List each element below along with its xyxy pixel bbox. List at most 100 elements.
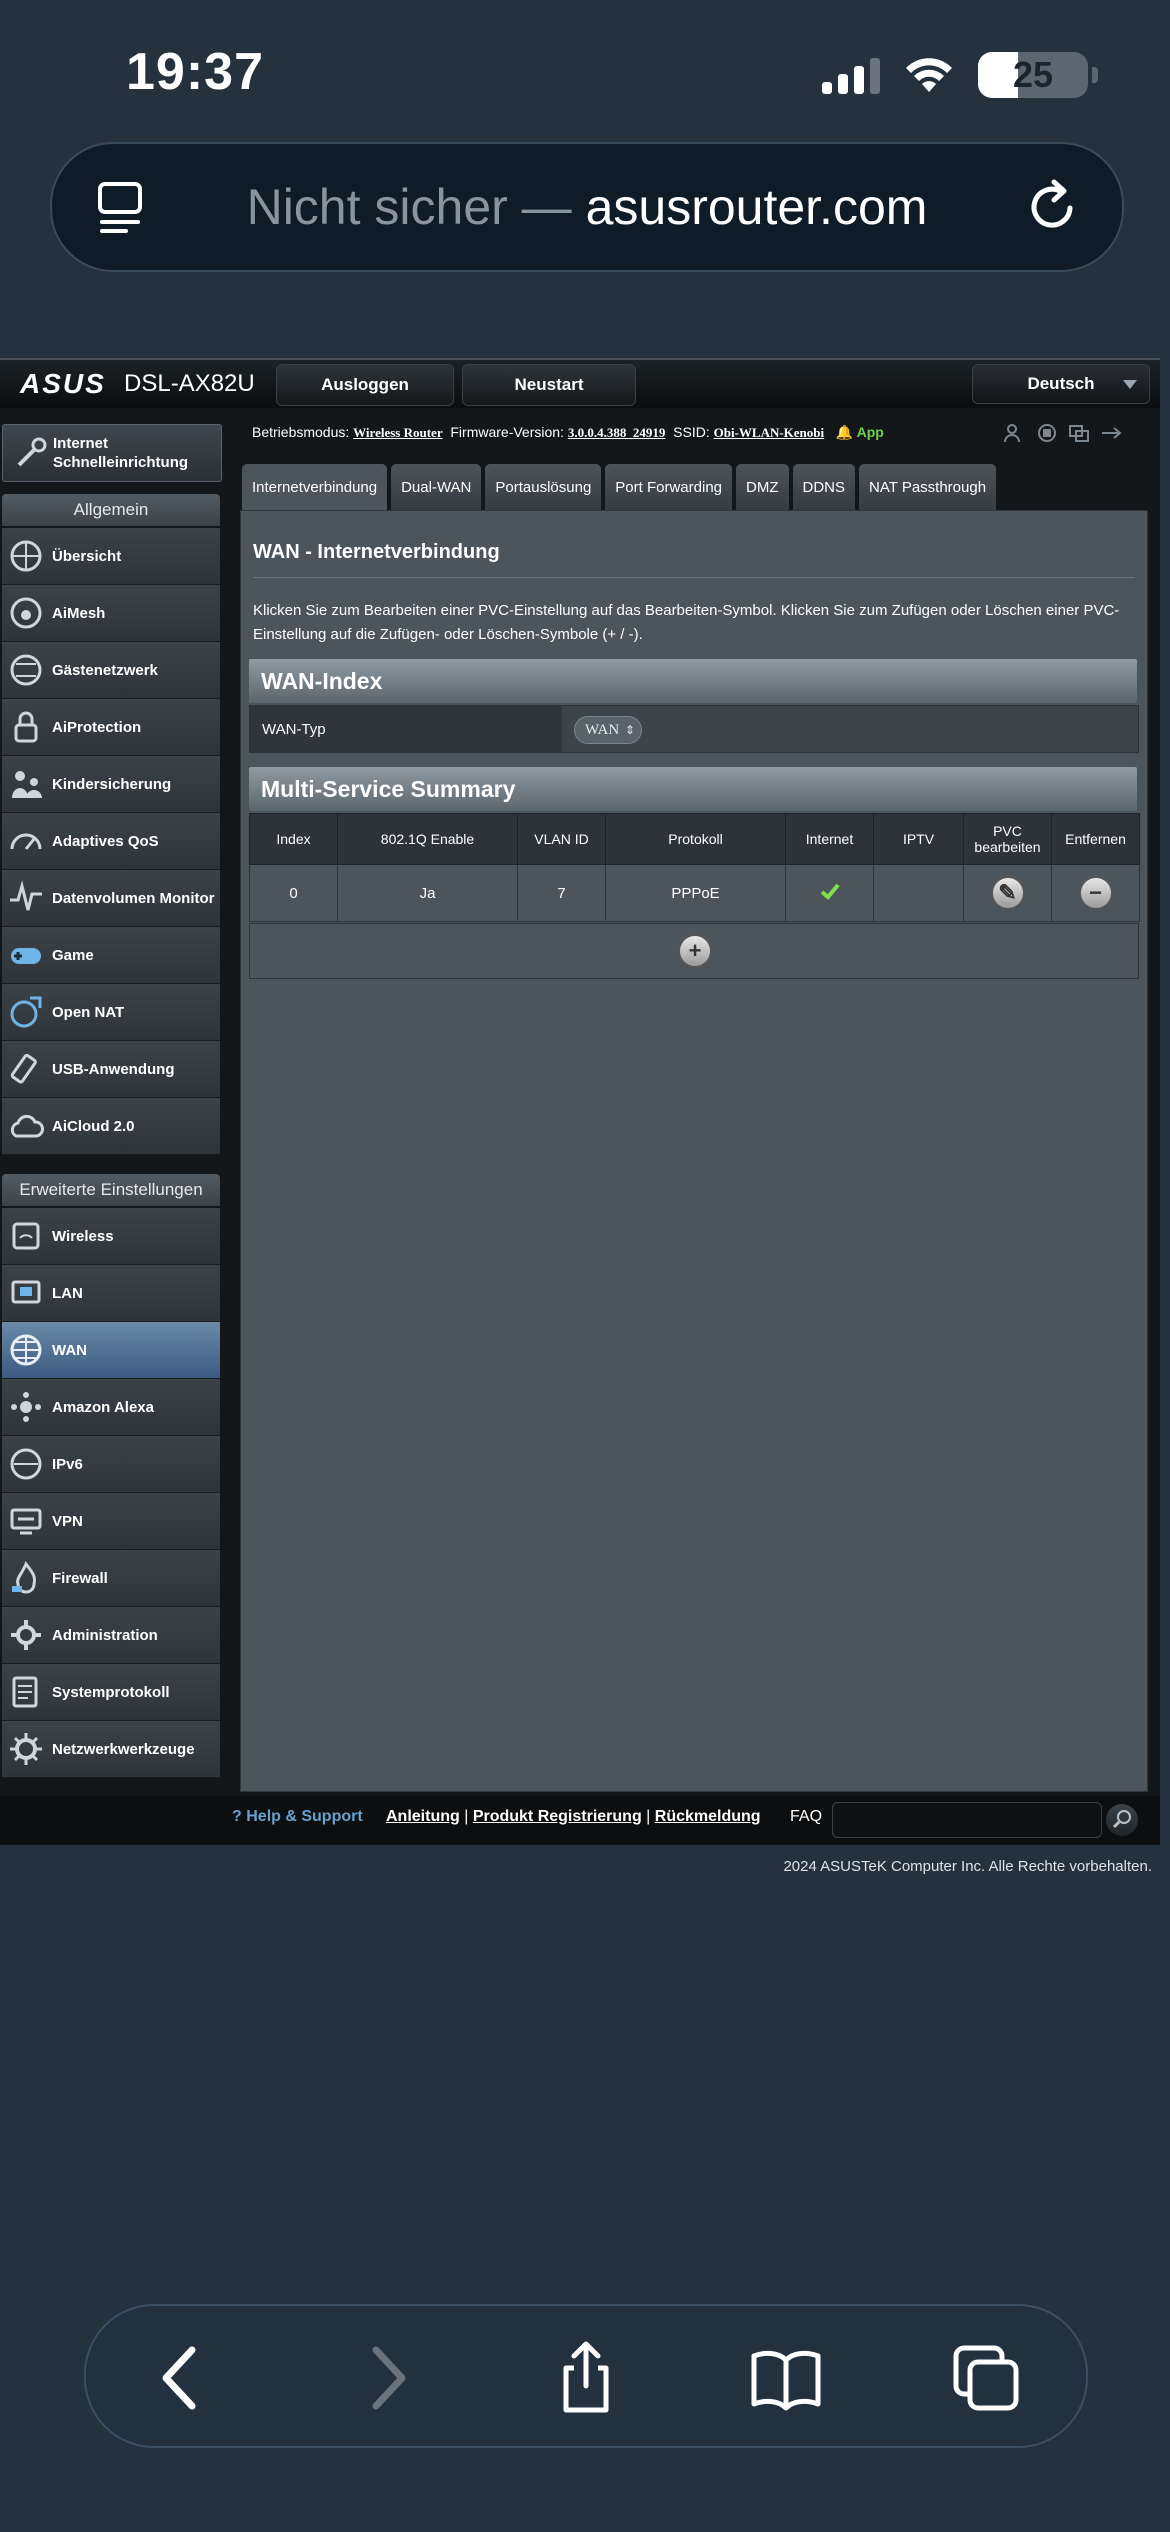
lan-icon [11,1280,41,1304]
vpn-icon [10,1508,42,1535]
manual-link[interactable]: Anleitung [386,1808,460,1825]
usb-status-icon[interactable] [1100,422,1122,444]
sidebar-item-game[interactable]: Game [2,927,220,984]
firmware-label: Firmware-Version: [450,424,564,440]
cell-internet [785,864,874,922]
bell-icon: 🔔 [835,424,854,440]
sidebar-item-system-log[interactable]: Systemprotokoll [2,1664,220,1721]
aimesh-icon [10,597,42,629]
language-value: Deutsch [1027,374,1095,393]
not-secure-label: Nicht sicher — [246,179,572,235]
asus-logo: ASUS [20,368,106,399]
page-description: Klicken Sie zum Bearbeiten einer PVC-Ein… [253,602,1120,643]
sidebar-item-traffic-monitor[interactable]: Datenvolumen Monitor [2,870,220,927]
wan-type-label: WAN-Typ [250,706,562,752]
sidebar-item-usb-application[interactable]: USB-Anwendung [2,1041,220,1098]
tab-port-forwarding[interactable]: Port Forwarding [605,464,733,510]
help-support-link[interactable]: ? Help & Support [232,1808,363,1826]
col-index: Index [249,813,338,865]
sidebar-item-lan[interactable]: LAN [2,1265,220,1322]
search-icon [1112,1810,1131,1829]
sidebar-item-aiprotection[interactable]: AiProtection [2,699,220,756]
sidebar-item-wan[interactable]: WAN [2,1322,220,1379]
url-domain: asusrouter.com [585,179,928,235]
sidebar-item-open-nat[interactable]: Open NAT [2,984,220,1041]
traffic-monitor-icon [10,880,42,911]
app-link[interactable]: 🔔 App [836,424,884,440]
tab-port-trigger[interactable]: Portauslösung [485,464,602,510]
col-vlan: VLAN ID [517,813,606,865]
sidebar-item-ipv6[interactable]: IPv6 [2,1436,220,1493]
tab-nat-passthrough[interactable]: NAT Passthrough [859,464,997,510]
forward-icon[interactable] [346,2338,426,2418]
sidebar-label: AiProtection [52,718,142,736]
qis-label: Internet Schnelleinrichtung [53,435,189,471]
ssid-link[interactable]: Obi-WLAN-Kenobi [714,425,825,440]
table-header-row: Index 802.1Q Enable VLAN ID Protokoll In… [249,813,1140,865]
sidebar-item-wireless[interactable]: Wireless [2,1208,220,1265]
logout-button[interactable]: Ausloggen [276,364,454,406]
table-row: 0 Ja 7 PPPoE ✎ − [249,864,1140,922]
router-admin-page: ASUS DSL-AX82U Ausloggen Neustart Deutsc… [0,358,1160,1845]
reload-icon[interactable] [1024,178,1082,236]
globe-icon [10,540,42,572]
battery-level: 25 [1012,54,1054,95]
col-8021q: 802.1Q Enable [337,813,518,865]
sidebar-item-guest-network[interactable]: Gästenetzwerk [2,642,220,699]
language-select[interactable]: Deutsch [972,364,1150,404]
col-pvc-edit: PVC bearbeiten [963,813,1052,865]
back-icon[interactable] [142,2338,222,2418]
link-icon[interactable] [1068,422,1090,444]
wand-icon [17,437,47,467]
status-icons-group [1004,422,1122,444]
cell-vlan: 7 [517,864,606,922]
ssid-label: SSID: [673,424,710,440]
edit-pencil-icon[interactable]: ✎ [990,876,1025,910]
feedback-link[interactable]: Rückmeldung [655,1808,761,1825]
faq-search-input[interactable] [832,1802,1102,1838]
reboot-button[interactable]: Neustart [462,364,636,406]
tab-internet-connection[interactable]: Internetverbindung [242,464,388,510]
cloud-icon [10,1114,44,1138]
faq-search-button[interactable] [1106,1804,1138,1836]
sidebar-label: Systemprotokoll [52,1683,170,1701]
registration-link[interactable]: Produkt Registrierung [473,1808,642,1825]
tabs-icon[interactable] [946,2338,1026,2418]
page-title: WAN - Internetverbindung [253,541,500,563]
router-info-line: Betriebsmodus: Wireless Router Firmware-… [252,424,884,441]
sidebar-label: Übersicht [52,547,122,565]
sidebar-item-parental-control[interactable]: Kindersicherung [2,756,220,813]
cellular-signal-icon [822,56,880,94]
sidebar-item-vpn[interactable]: VPN [2,1493,220,1550]
page-menu-icon[interactable] [96,182,144,234]
sidebar-item-aimesh[interactable]: AiMesh [2,585,220,642]
sidebar-item-amazon-alexa[interactable]: Amazon Alexa [2,1379,220,1436]
sidebar-label: AiCloud 2.0 [52,1117,135,1135]
tab-ddns[interactable]: DDNS [792,464,856,510]
sidebar-item-firewall[interactable]: Firewall [2,1550,220,1607]
address-bar[interactable]: Nicht sicher — asusrouter.com [50,142,1124,272]
sidebar-item-adaptive-qos[interactable]: Adaptives QoS [2,813,220,870]
sidebar-label: IPv6 [52,1455,83,1473]
wan-type-select[interactable]: WAN [574,716,642,744]
status-time: 19:37 [126,43,264,101]
open-nat-icon [10,996,42,1028]
bookmarks-icon[interactable] [746,2338,826,2418]
alexa-icon [11,1392,41,1422]
tab-dmz[interactable]: DMZ [736,464,789,510]
sidebar-item-aicloud[interactable]: AiCloud 2.0 [2,1098,220,1155]
clients-icon[interactable] [1004,422,1026,444]
faq-label: FAQ [790,1808,823,1825]
mode-link[interactable]: Wireless Router [353,425,442,440]
firmware-link[interactable]: 3.0.0.4.388_24919 [568,425,666,440]
share-icon[interactable] [546,2338,626,2418]
remove-icon[interactable]: − [1078,876,1113,910]
add-icon[interactable]: + [678,934,712,968]
sidebar-item-overview[interactable]: Übersicht [2,528,220,585]
cpu-icon[interactable] [1036,422,1058,444]
sidebar-item-administration[interactable]: Administration [2,1607,220,1664]
col-protocol: Protokoll [605,813,786,865]
quick-internet-setup[interactable]: Internet Schnelleinrichtung [2,424,222,482]
sidebar-item-network-tools[interactable]: Netzwerkwerkzeuge [2,1721,220,1778]
tab-dual-wan[interactable]: Dual-WAN [391,464,482,510]
